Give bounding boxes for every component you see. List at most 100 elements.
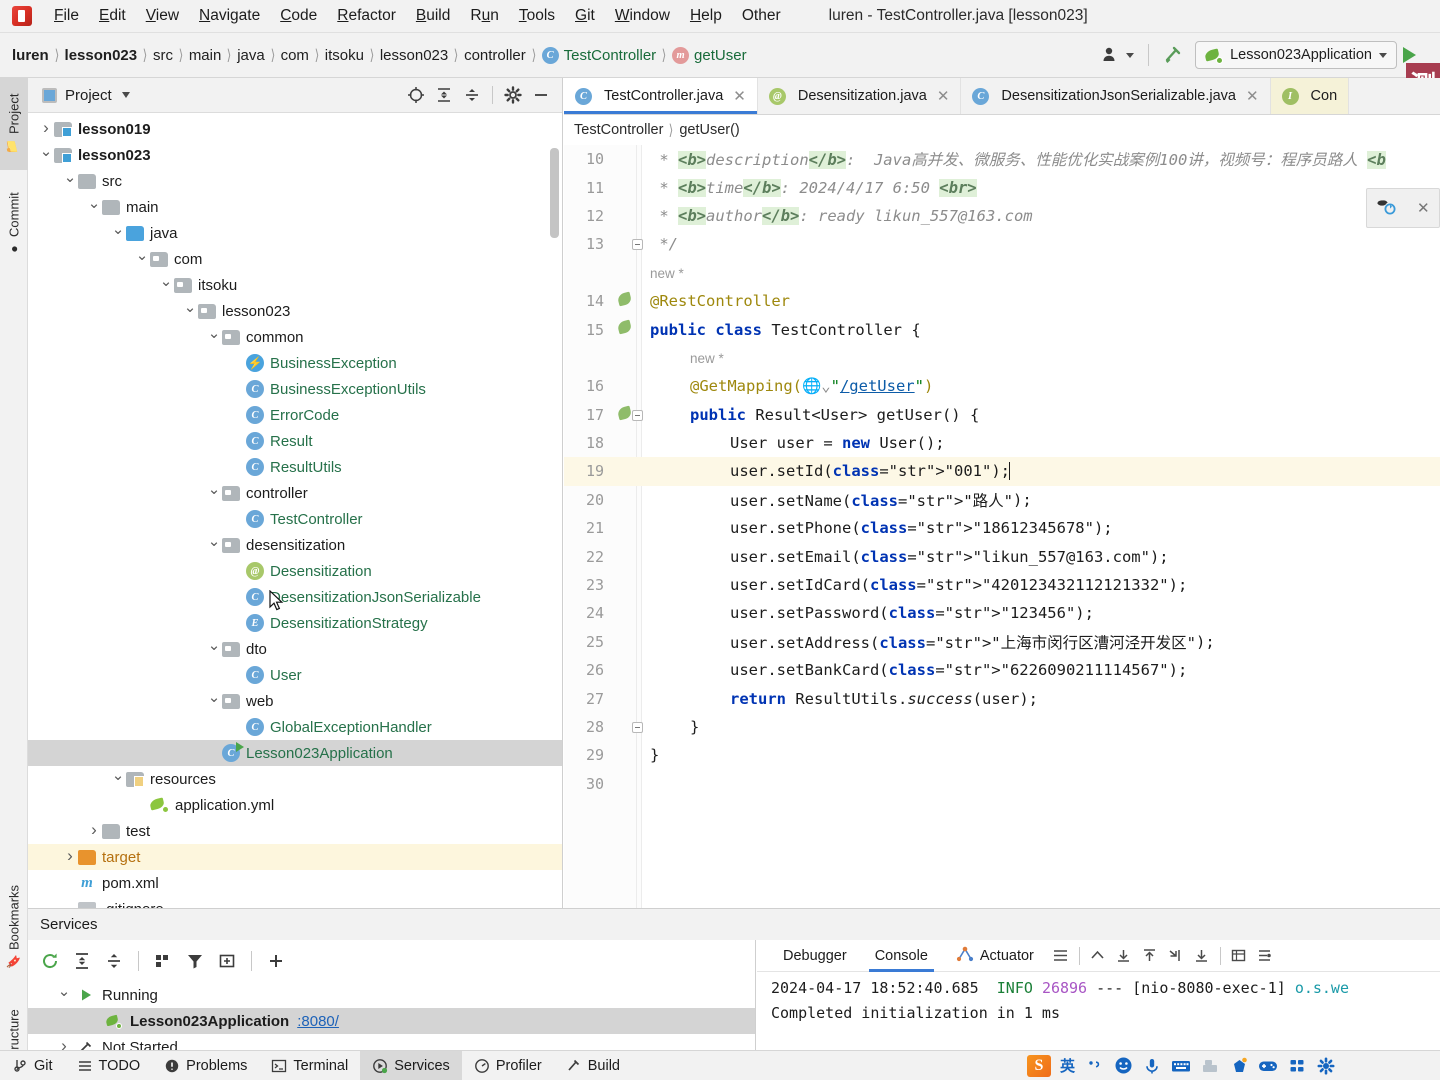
tab-desensitization-java[interactable]: @ Desensitization.java ✕ bbox=[757, 78, 962, 114]
tree-node-lesson019[interactable]: lesson019 bbox=[28, 116, 562, 142]
status-item-problems[interactable]: Problems bbox=[152, 1051, 259, 1080]
tab-testcontroller-java[interactable]: C TestController.java ✕ bbox=[564, 78, 758, 114]
menu-refactor[interactable]: Refactor bbox=[327, 4, 406, 28]
tree-node-com[interactable]: com bbox=[28, 246, 562, 272]
tree-toggle-down[interactable] bbox=[206, 692, 222, 710]
tab-debugger[interactable]: Debugger bbox=[769, 940, 861, 972]
tree-node-lesson023[interactable]: lesson023 bbox=[28, 298, 562, 324]
hammer-icon[interactable] bbox=[1157, 40, 1191, 70]
tree-node-dto[interactable]: dto bbox=[28, 636, 562, 662]
tree-node-result[interactable]: C Result bbox=[28, 428, 562, 454]
spring-bean-gutter-icon[interactable] bbox=[616, 291, 633, 307]
breadcrumb-item-getuser[interactable]: getUser bbox=[694, 47, 747, 64]
scroll-up-icon[interactable] bbox=[1137, 943, 1163, 969]
expand-all-icon[interactable] bbox=[68, 947, 96, 975]
menu-code[interactable]: Code bbox=[270, 4, 327, 28]
tree-toggle-down[interactable] bbox=[206, 640, 222, 658]
scroll-down-icon[interactable] bbox=[1111, 943, 1137, 969]
breadcrumb-item-luren[interactable]: luren bbox=[12, 47, 49, 64]
editor-breadcrumb-method[interactable]: getUser() bbox=[679, 122, 739, 138]
breadcrumb-item-itsoku[interactable]: itsoku bbox=[325, 47, 364, 64]
tree-node-desensitization[interactable]: @ Desensitization bbox=[28, 558, 562, 584]
tree-toggle-down[interactable] bbox=[56, 986, 72, 1004]
tree-toggle-down[interactable] bbox=[206, 484, 222, 502]
punctuation-icon[interactable] bbox=[1084, 1056, 1104, 1076]
tab-con[interactable]: I Con bbox=[1270, 78, 1350, 114]
settings-icon[interactable] bbox=[500, 82, 526, 108]
code-fold-icon[interactable] bbox=[632, 409, 643, 421]
run-configuration-selector[interactable]: Lesson023Application bbox=[1195, 41, 1397, 69]
menu-window[interactable]: Window bbox=[605, 4, 680, 28]
tree-node-itsoku[interactable]: itsoku bbox=[28, 272, 562, 298]
tree-toggle-right[interactable] bbox=[62, 847, 78, 867]
breadcrumb-item-com[interactable]: com bbox=[281, 47, 309, 64]
settings-list-icon[interactable] bbox=[1252, 943, 1278, 969]
close-icon[interactable]: ✕ bbox=[937, 87, 950, 105]
breadcrumb-item-testcontroller[interactable]: TestController bbox=[564, 47, 657, 64]
service-row-lesson023application[interactable]: Lesson023Application:8080/ bbox=[28, 1008, 755, 1034]
tree-node-desensitizationstrategy[interactable]: E DesensitizationStrategy bbox=[28, 610, 562, 636]
hide-panel-icon[interactable] bbox=[528, 82, 554, 108]
code-fold-icon[interactable] bbox=[632, 721, 643, 733]
tree-toggle-right[interactable] bbox=[38, 119, 54, 139]
tree-node-pom-xml[interactable]: m pom.xml bbox=[28, 870, 562, 896]
tree-toggle-down[interactable] bbox=[110, 770, 126, 788]
voice-input-icon[interactable] bbox=[1142, 1056, 1162, 1076]
tree-node-testcontroller[interactable]: C TestController bbox=[28, 506, 562, 532]
menu-other[interactable]: Other bbox=[732, 4, 791, 28]
tree-node-lesson023[interactable]: lesson023 bbox=[28, 142, 562, 168]
chevron-down-icon[interactable] bbox=[121, 92, 130, 98]
code-fold-icon[interactable] bbox=[632, 239, 643, 251]
tree-scrollbar[interactable] bbox=[550, 148, 559, 238]
close-icon[interactable]: ✕ bbox=[1417, 199, 1430, 217]
locate-icon[interactable] bbox=[403, 82, 429, 108]
service-port-link[interactable]: :8080/ bbox=[297, 1013, 339, 1030]
collapse-all-icon[interactable] bbox=[100, 947, 128, 975]
apps-icon[interactable] bbox=[1287, 1056, 1307, 1076]
keyboard-icon[interactable] bbox=[1171, 1056, 1191, 1076]
breadcrumb-item-src[interactable]: src bbox=[153, 47, 173, 64]
menu-view[interactable]: View bbox=[136, 4, 189, 28]
user-group-icon[interactable] bbox=[1096, 40, 1140, 70]
tree-node-businessexceptionutils[interactable]: C BusinessExceptionUtils bbox=[28, 376, 562, 402]
close-icon[interactable]: ✕ bbox=[1246, 87, 1259, 105]
status-item-git[interactable]: Git bbox=[0, 1051, 65, 1080]
tree-node-resultutils[interactable]: C ResultUtils bbox=[28, 454, 562, 480]
tree-node-resources[interactable]: resources bbox=[28, 766, 562, 792]
game-icon[interactable] bbox=[1258, 1056, 1278, 1076]
breadcrumb-item-lesson023[interactable]: lesson023 bbox=[65, 47, 138, 64]
tree-toggle-down[interactable] bbox=[62, 172, 78, 190]
expand-all-icon[interactable] bbox=[431, 82, 457, 108]
tree-node--gitignore[interactable]: .gitignore bbox=[28, 896, 562, 908]
close-icon[interactable]: ✕ bbox=[733, 87, 746, 105]
sidebar-item-commit[interactable]: ● Commit bbox=[0, 174, 28, 274]
menu-tools[interactable]: Tools bbox=[509, 4, 565, 28]
tree-node-globalexceptionhandler[interactable]: C GlobalExceptionHandler bbox=[28, 714, 562, 740]
tree-node-main[interactable]: main bbox=[28, 194, 562, 220]
breadcrumb-item-controller[interactable]: controller bbox=[464, 47, 526, 64]
rerun-icon[interactable] bbox=[36, 947, 64, 975]
menu-build[interactable]: Build bbox=[406, 4, 460, 28]
menu-help[interactable]: Help bbox=[680, 4, 732, 28]
screenshot-icon[interactable] bbox=[1200, 1056, 1220, 1076]
project-tree[interactable]: lesson019 lesson023 srcmain java com itsoku le… bbox=[28, 113, 562, 908]
service-row-running[interactable]: Running bbox=[28, 982, 755, 1008]
menu-file[interactable]: File bbox=[44, 4, 89, 28]
tree-node-target[interactable]: target bbox=[28, 844, 562, 870]
download-icon[interactable] bbox=[1189, 943, 1215, 969]
skin-icon[interactable] bbox=[1229, 1056, 1249, 1076]
group-icon[interactable] bbox=[149, 947, 177, 975]
spring-bean-gutter-icon[interactable] bbox=[616, 405, 633, 421]
menu-edit[interactable]: Edit bbox=[89, 4, 136, 28]
ime-lang-icon[interactable]: 英 bbox=[1060, 1055, 1075, 1076]
tree-toggle-right[interactable] bbox=[86, 821, 102, 841]
tree-toggle-down[interactable] bbox=[206, 328, 222, 346]
tree-node-errorcode[interactable]: C ErrorCode bbox=[28, 402, 562, 428]
tree-node-java[interactable]: java bbox=[28, 220, 562, 246]
breadcrumb-item-lesson023-pkg[interactable]: lesson023 bbox=[380, 47, 448, 64]
tree-toggle-down[interactable] bbox=[206, 536, 222, 554]
menu-run[interactable]: Run bbox=[460, 4, 508, 28]
tree-node-desensitizationjsonserializable[interactable]: C DesensitizationJsonSerializable bbox=[28, 584, 562, 610]
add-frame-icon[interactable] bbox=[213, 947, 241, 975]
status-item-profiler[interactable]: Profiler bbox=[462, 1051, 554, 1080]
